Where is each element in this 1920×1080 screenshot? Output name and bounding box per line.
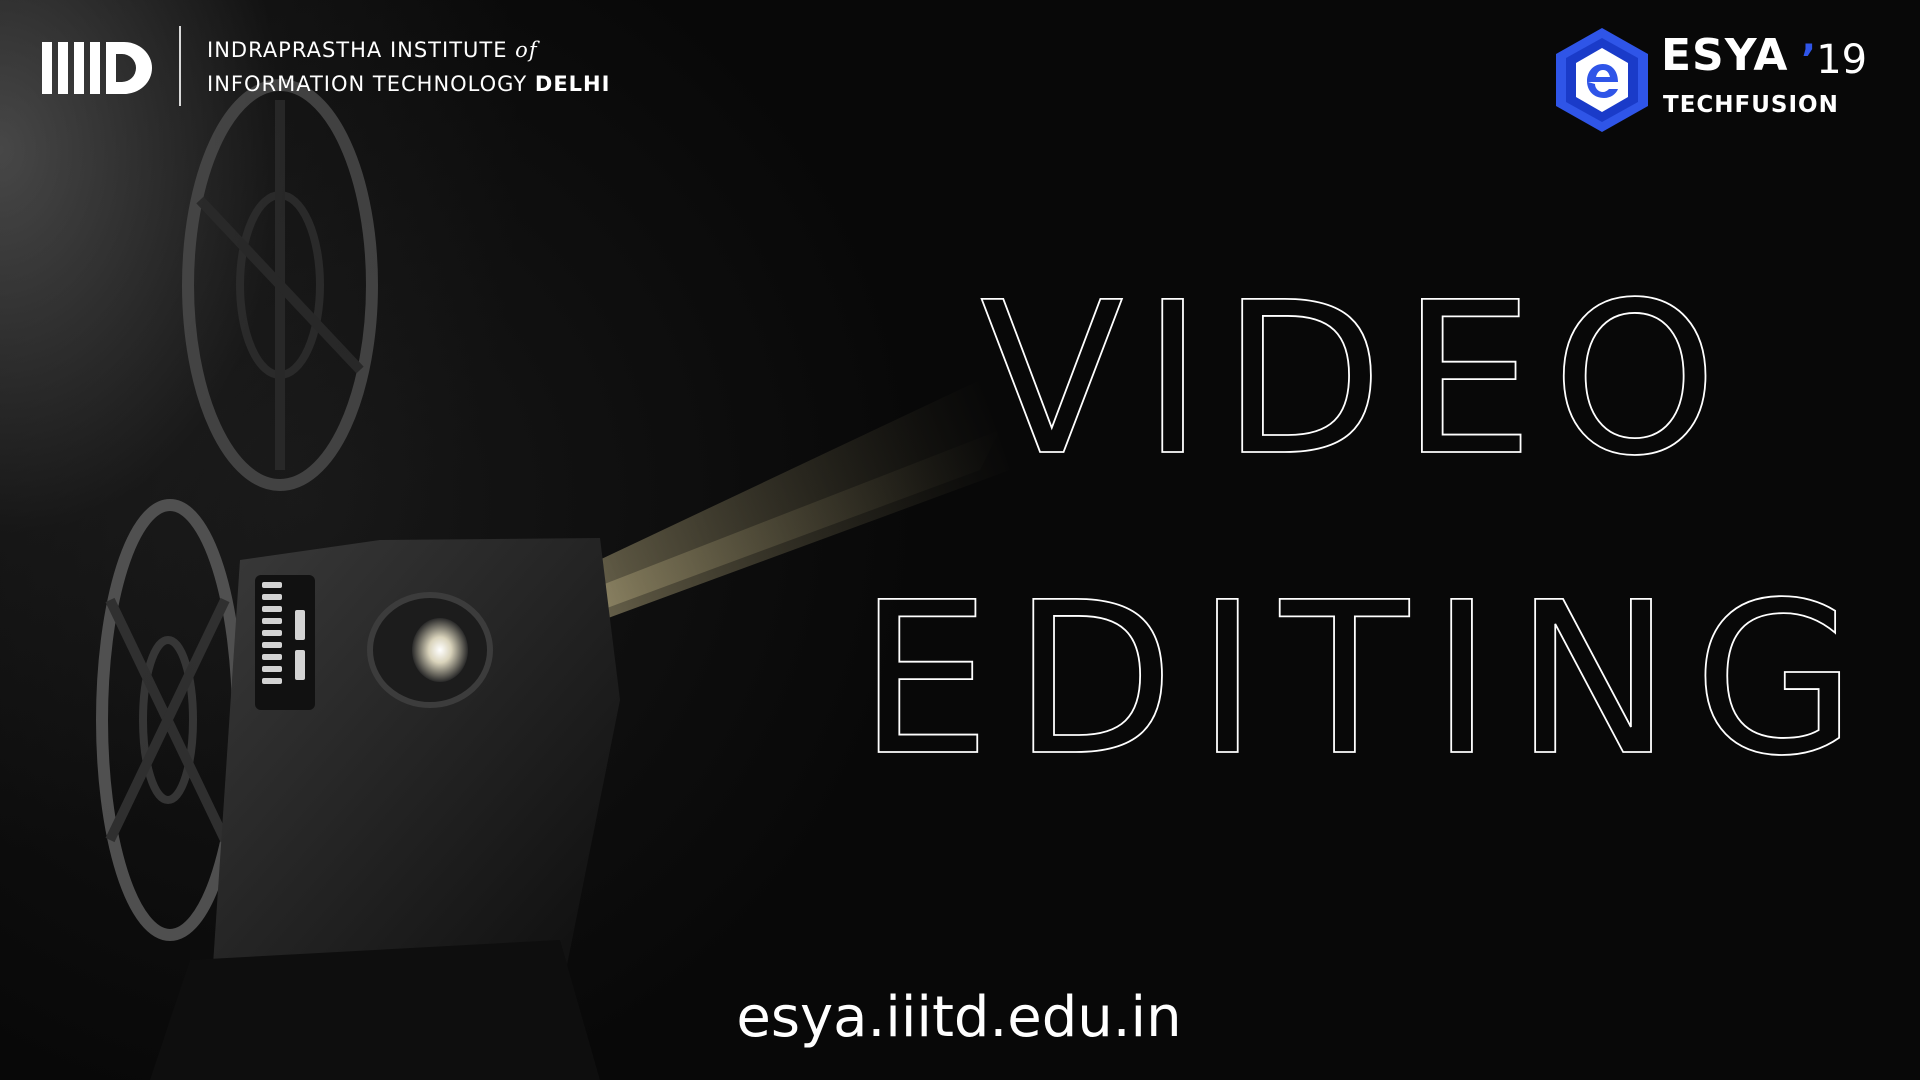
headline-line2: EDITING — [858, 557, 1878, 802]
headline: VIDEO EDITING — [857, 256, 1878, 803]
website-url[interactable]: esya.iiitd.edu.in — [0, 985, 1920, 1050]
poster: INDRAPRASTHA INSTITUTE of INFORMATION TE… — [0, 0, 1920, 1080]
headline-line1: VIDEO — [980, 257, 1735, 502]
